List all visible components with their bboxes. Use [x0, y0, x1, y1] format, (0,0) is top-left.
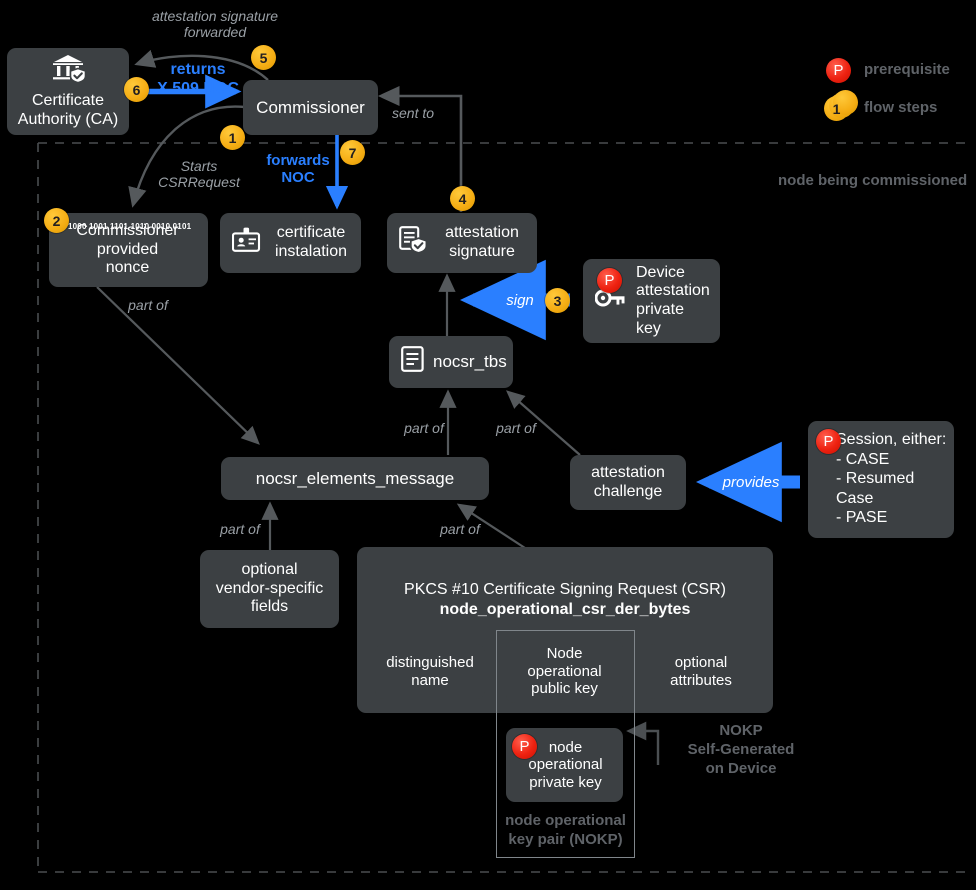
edge-label-forwards-noc: forwards NOC — [266, 152, 330, 187]
node-commissioner[interactable]: Commissioner — [243, 80, 378, 135]
node-device-attestation-private-key-label: Device attestation private key — [636, 263, 710, 337]
region-label: node being commissioned — [778, 172, 968, 189]
nokp-self-generated-label: NOKP Self-Generated on Device — [687, 722, 795, 777]
nokp-group-label: node operational key pair (NOKP) — [505, 812, 626, 848]
edge-label-attestation-forwarded: attestation signature forwarded — [151, 8, 279, 41]
node-certificate-authority-label: Certificate Authority (CA) — [17, 92, 119, 128]
edge-label-part-of-csr: part of — [440, 521, 480, 537]
node-certificate-authority[interactable]: Certificate Authority (CA) — [7, 48, 129, 135]
bank-verified-icon — [48, 53, 88, 89]
legend-flow-steps-label: flow steps — [864, 99, 938, 116]
badge-prerequisite-device-key: P — [597, 268, 622, 293]
node-csr-title-line2: node_operational_csr_der_bytes — [439, 601, 691, 618]
document-verified-icon — [399, 225, 428, 261]
binary-bits-decoration: 1000 1001 1101 1010 0010 0101 — [68, 222, 192, 231]
badge-step-6: 6 — [124, 77, 149, 102]
badge-step-1: 1 — [220, 125, 245, 150]
node-distinguished-name[interactable]: distinguished name — [375, 644, 485, 699]
node-node-operational-public-key[interactable]: Node operational public key — [506, 640, 623, 703]
node-node-operational-public-key-label: Node operational public key — [527, 645, 602, 698]
legend-flow-steps-badge: 1 — [824, 90, 858, 121]
badge-step-2: 2 — [44, 208, 69, 233]
badge-step-3: 3 — [545, 288, 570, 313]
edge-label-part-of-elements: part of — [404, 420, 444, 436]
node-nocsr-tbs-label: nocsr_tbs — [433, 352, 507, 372]
edge-label-part-of-nonce: part of — [128, 297, 168, 313]
node-commissioner-label: Commissioner — [256, 97, 365, 117]
node-attestation-signature-label: attestation signature — [445, 224, 519, 260]
node-nocsr-elements-message[interactable]: nocsr_elements_message — [221, 457, 489, 500]
node-distinguished-name-label: distinguished name — [386, 653, 474, 689]
edge-label-sign: sign — [506, 292, 534, 309]
edge-label-provides: provides — [722, 474, 780, 491]
node-optional-attributes[interactable]: optional attributes — [646, 644, 756, 699]
badge-prerequisite-node-private-key: P — [512, 734, 537, 759]
edge-label-part-of-challenge: part of — [496, 420, 536, 436]
edge-label-sent-to: sent to — [392, 105, 435, 121]
node-attestation-challenge-label: attestation challenge — [591, 463, 665, 500]
id-badge-icon — [231, 227, 262, 259]
node-certificate-installation[interactable]: certificate instalation — [220, 213, 361, 273]
badge-step-7: 7 — [340, 140, 365, 165]
node-optional-vendor-specific-fields-label: optional vendor-specific fields — [215, 560, 324, 616]
edge-label-part-of-vendor: part of — [220, 521, 260, 537]
diagram-canvas: node being commissioned P prerequisite 1… — [0, 0, 976, 890]
badge-step-4: 4 — [450, 186, 475, 211]
document-lines-icon — [401, 346, 424, 378]
node-attestation-signature[interactable]: attestation signature — [387, 213, 537, 273]
node-attestation-challenge[interactable]: attestation challenge — [570, 455, 686, 510]
node-certificate-installation-label: certificate instalation — [274, 224, 348, 260]
badge-prerequisite-session: P — [816, 429, 841, 454]
legend-prerequisite-badge: P — [826, 58, 851, 83]
node-nocsr-tbs[interactable]: nocsr_tbs — [389, 336, 513, 388]
edge-label-returns-noc: returns X.509 NOC — [157, 61, 239, 97]
badge-step-5: 5 — [251, 45, 276, 70]
node-optional-attributes-label: optional attributes — [670, 653, 732, 689]
node-nocsr-elements-message-label: nocsr_elements_message — [255, 468, 455, 488]
edge-label-starts-csrrequest: Starts CSRRequest — [158, 158, 240, 191]
node-csr-title-line1: PKCS #10 Certificate Signing Request (CS… — [404, 581, 726, 598]
node-optional-vendor-specific-fields[interactable]: optional vendor-specific fields — [200, 550, 339, 628]
legend-prerequisite-label: prerequisite — [864, 61, 950, 78]
